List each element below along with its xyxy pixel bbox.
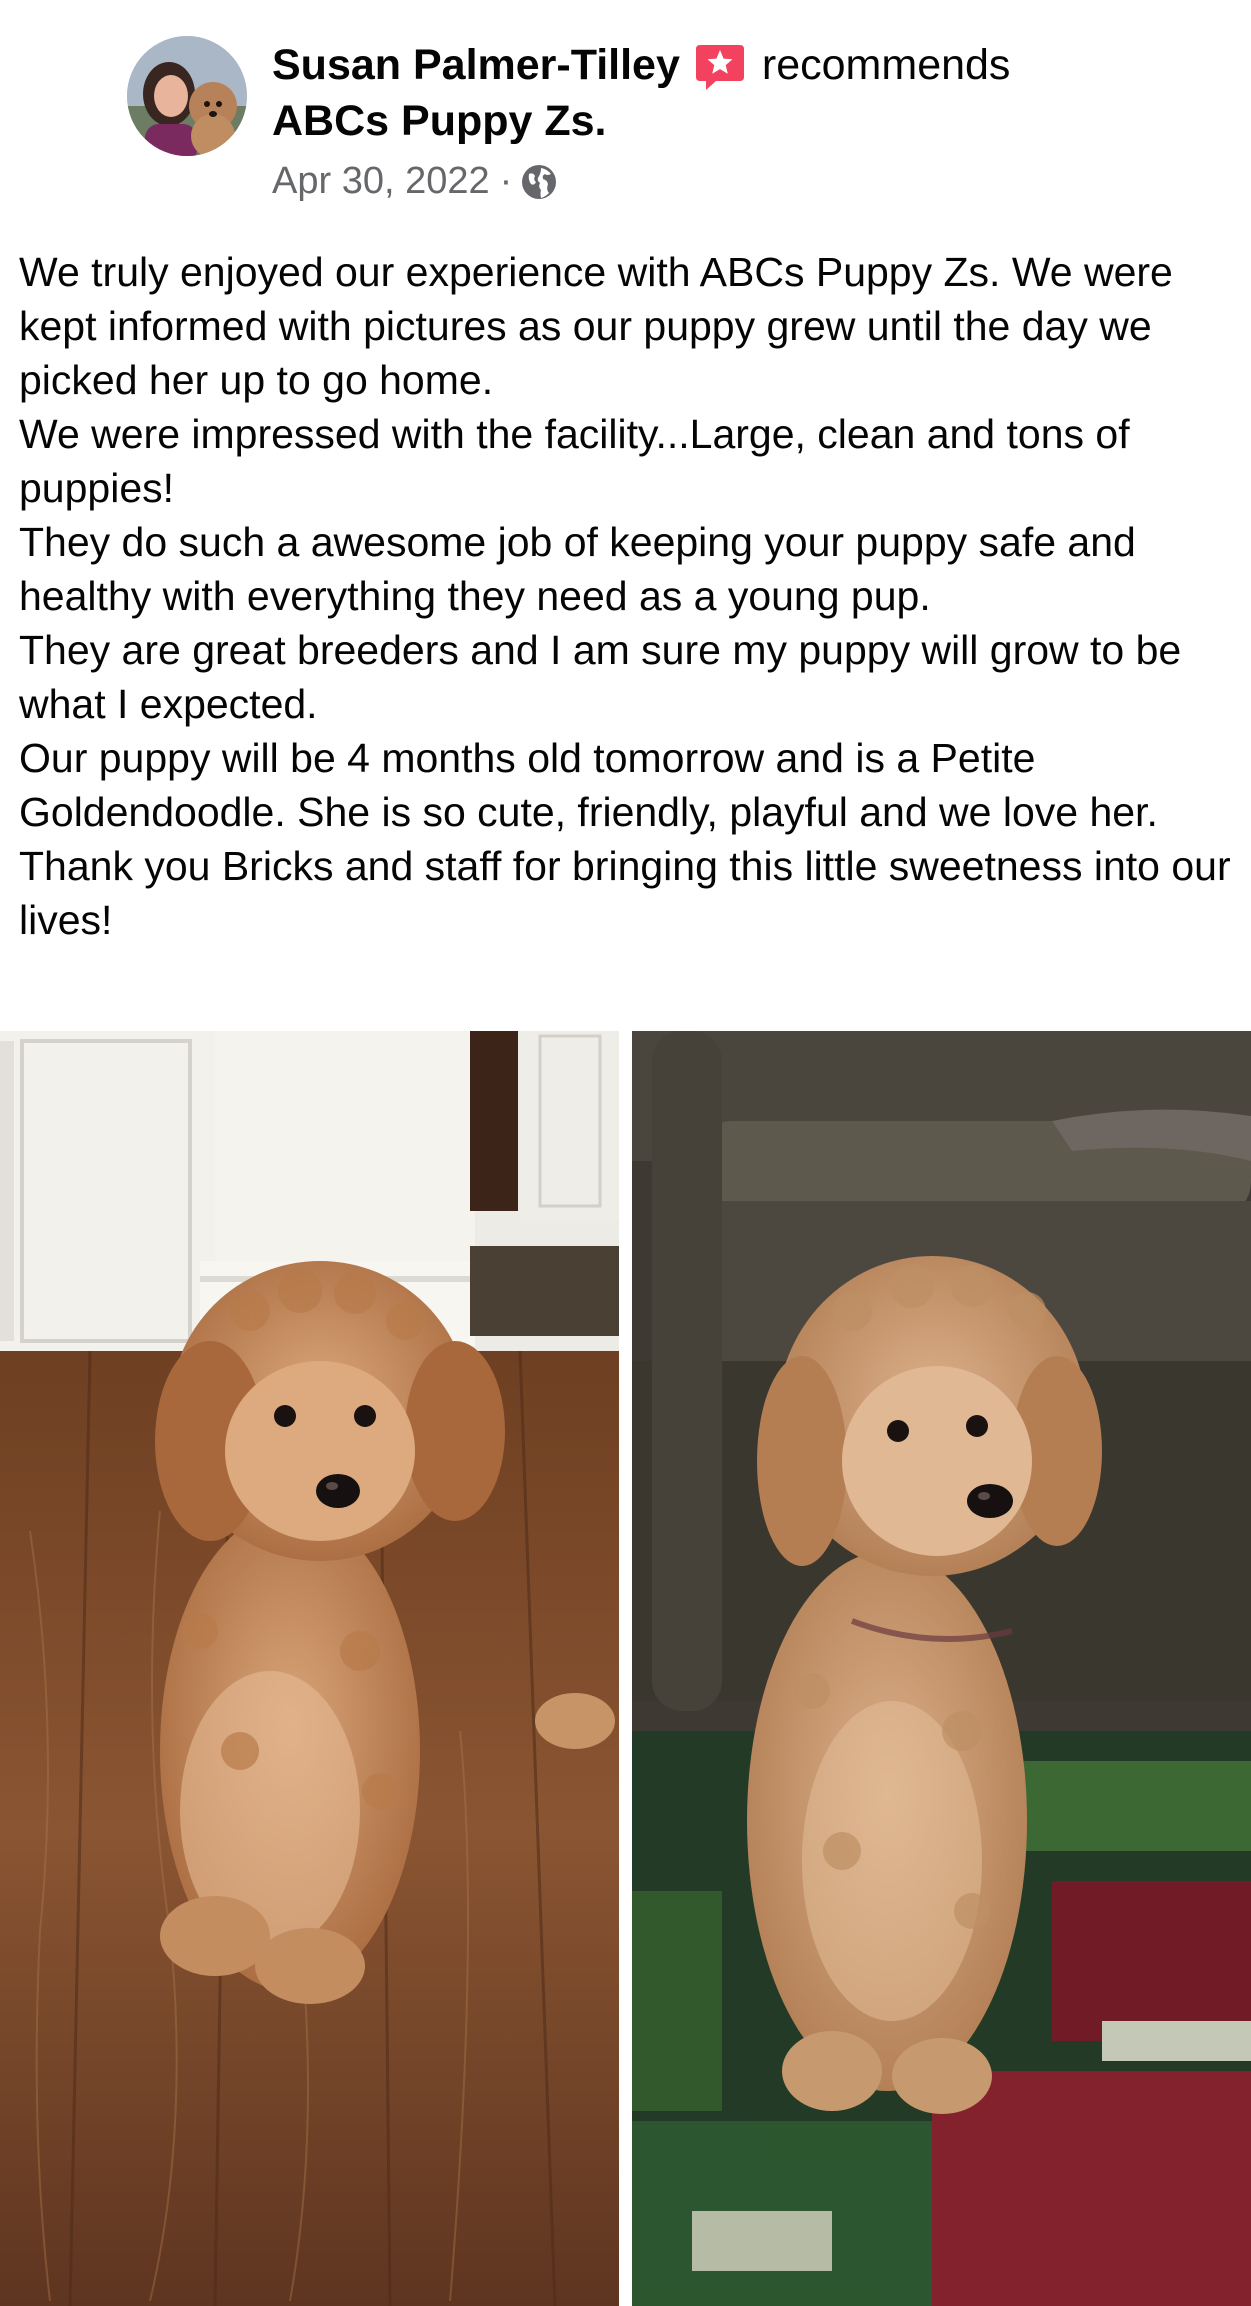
recommendation-flag-icon bbox=[694, 41, 746, 93]
post-paragraph: They are great breeders and I am sure my… bbox=[19, 627, 1182, 727]
recommended-page-name[interactable]: ABCs Puppy Zs. bbox=[272, 97, 607, 146]
photo-puppy-on-floor[interactable] bbox=[0, 1031, 619, 2306]
post-meta: Apr 30, 2022 · bbox=[272, 160, 558, 203]
author-name[interactable]: Susan Palmer-Tilley bbox=[272, 41, 680, 90]
author-avatar[interactable] bbox=[127, 36, 247, 156]
post-body: We truly enjoyed our experience with ABC… bbox=[19, 245, 1244, 947]
photo-grid bbox=[0, 1031, 1251, 2306]
post-date[interactable]: Apr 30, 2022 bbox=[272, 160, 490, 203]
post-paragraph: We truly enjoyed our experience with ABC… bbox=[19, 249, 1173, 403]
post-paragraph: Our puppy will be 4 months old tomorrow … bbox=[19, 735, 1158, 835]
avatar-photo bbox=[127, 36, 247, 156]
post-paragraph: They do such a awesome job of keeping yo… bbox=[19, 519, 1136, 619]
post-header: Susan Palmer-Tilley recommends bbox=[272, 36, 1010, 94]
recommends-label: recommends bbox=[761, 40, 1011, 89]
post-paragraph: We were impressed with the facility...La… bbox=[19, 411, 1130, 511]
meta-separator: · bbox=[499, 160, 513, 202]
globe-icon[interactable] bbox=[520, 163, 558, 201]
post-paragraph: Thank you Bricks and staff for bringing … bbox=[19, 843, 1231, 943]
recommendation-post: Susan Palmer-Tilley recommends ABCs Pupp… bbox=[0, 0, 1251, 2306]
photo-puppy-by-couch[interactable] bbox=[632, 1031, 1251, 2306]
